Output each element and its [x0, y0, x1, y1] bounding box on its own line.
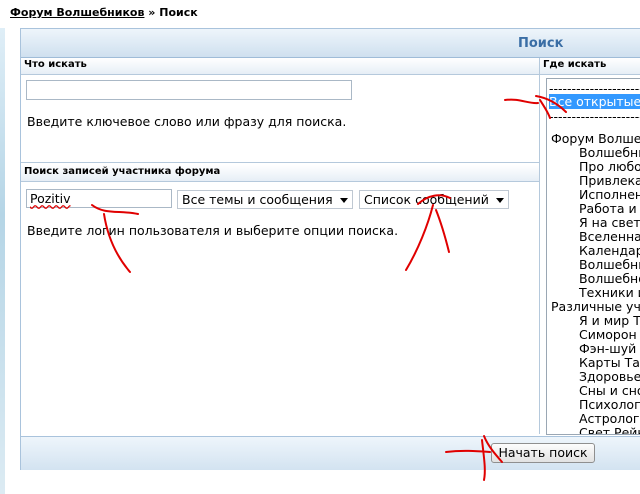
annotation-arrow-button: [445, 435, 503, 481]
annotation-arrow-username: [91, 204, 139, 273]
annotation-arrow-display: [405, 194, 451, 271]
annotation-arrows: [91, 95, 567, 481]
annotation-arrow-listbox: [504, 95, 567, 119]
